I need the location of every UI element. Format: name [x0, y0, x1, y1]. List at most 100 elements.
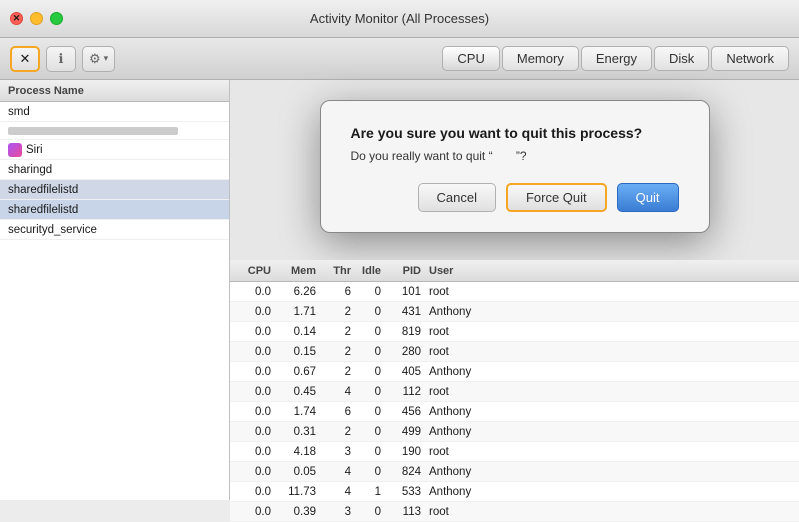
- title-bar: ✕ Activity Monitor (All Processes): [0, 0, 799, 38]
- minimize-button[interactable]: [30, 12, 43, 25]
- pid-cell: 190: [385, 446, 425, 458]
- list-item[interactable]: sharingd: [0, 160, 229, 180]
- main-content: Process Name smd Siri sharingd sharedfil…: [0, 80, 799, 500]
- table-row[interactable]: 0.0 0.15 2 0 280 root: [230, 342, 799, 362]
- dialog-area: Are you sure you want to quit this proce…: [230, 80, 799, 500]
- tab-bar: CPU Memory Energy Disk Network: [442, 46, 789, 71]
- cpu-cell: 0.0: [230, 346, 275, 358]
- idle-cell: 0: [355, 386, 385, 398]
- cpu-cell: 0.0: [230, 446, 275, 458]
- table-row[interactable]: 0.0 0.67 2 0 405 Anthony: [230, 362, 799, 382]
- dialog-buttons: Cancel Force Quit Quit: [351, 183, 679, 212]
- idle-cell: 0: [355, 466, 385, 478]
- cancel-button[interactable]: Cancel: [418, 183, 496, 212]
- table-row[interactable]: 0.0 0.31 2 0 499 Anthony: [230, 422, 799, 442]
- mem-cell: 0.05: [275, 466, 320, 478]
- gear-icon: ⚙: [89, 51, 101, 67]
- cpu-column-header: CPU: [230, 265, 275, 277]
- cpu-cell: 0.0: [230, 286, 275, 298]
- maximize-button[interactable]: [50, 12, 63, 25]
- list-item[interactable]: sharedfilelistd: [0, 180, 229, 200]
- table-row[interactable]: 0.0 0.45 4 0 112 root: [230, 382, 799, 402]
- idle-column-header: Idle: [355, 265, 385, 277]
- quit-process-button[interactable]: ✕: [10, 46, 40, 72]
- user-cell: root: [425, 446, 485, 458]
- table-row[interactable]: 0.0 0.14 2 0 819 root: [230, 322, 799, 342]
- dropdown-arrow-icon: ▾: [104, 53, 109, 64]
- pid-cell: 280: [385, 346, 425, 358]
- mem-cell: 0.15: [275, 346, 320, 358]
- pid-cell: 112: [385, 386, 425, 398]
- user-cell: Anthony: [425, 486, 485, 498]
- close-button[interactable]: ✕: [10, 12, 23, 25]
- pid-cell: 499: [385, 426, 425, 438]
- list-item[interactable]: sharedfilelistd: [0, 200, 229, 220]
- table-row[interactable]: 0.0 6.26 6 0 101 root: [230, 282, 799, 302]
- pid-cell: 819: [385, 326, 425, 338]
- cpu-cell: 0.0: [230, 326, 275, 338]
- cpu-cell: 0.0: [230, 406, 275, 418]
- thr-cell: 2: [320, 426, 355, 438]
- mem-cell: 4.18: [275, 446, 320, 458]
- thr-cell: 3: [320, 506, 355, 518]
- user-cell: Anthony: [425, 306, 485, 318]
- process-name-header: Process Name: [0, 80, 229, 102]
- user-cell: root: [425, 386, 485, 398]
- idle-cell: 0: [355, 366, 385, 378]
- table-row[interactable]: 0.0 0.39 3 0 113 root: [230, 502, 799, 522]
- tab-energy[interactable]: Energy: [581, 46, 652, 71]
- quit-process-icon: ✕: [20, 51, 31, 67]
- cpu-cell: 0.0: [230, 366, 275, 378]
- gear-button[interactable]: ⚙ ▾: [82, 46, 115, 72]
- thr-cell: 2: [320, 346, 355, 358]
- thr-cell: 6: [320, 286, 355, 298]
- user-cell: Anthony: [425, 466, 485, 478]
- thr-cell: 4: [320, 386, 355, 398]
- tab-memory[interactable]: Memory: [502, 46, 579, 71]
- idle-cell: 0: [355, 446, 385, 458]
- user-cell: root: [425, 286, 485, 298]
- idle-cell: 0: [355, 326, 385, 338]
- thr-cell: 2: [320, 306, 355, 318]
- tab-disk[interactable]: Disk: [654, 46, 709, 71]
- tab-cpu[interactable]: CPU: [442, 46, 499, 71]
- list-item-siri[interactable]: Siri: [0, 140, 229, 160]
- table-row[interactable]: 0.0 4.18 3 0 190 root: [230, 442, 799, 462]
- process-list: Process Name smd Siri sharingd sharedfil…: [0, 80, 230, 500]
- dialog-title: Are you sure you want to quit this proce…: [351, 125, 679, 141]
- table-row[interactable]: 0.0 1.71 2 0 431 Anthony: [230, 302, 799, 322]
- cpu-cell: 0.0: [230, 386, 275, 398]
- list-item[interactable]: [0, 122, 229, 140]
- user-cell: Anthony: [425, 406, 485, 418]
- process-table: CPU Mem Thr Idle PID User 0.0 6.26 6 0 1…: [230, 260, 799, 500]
- quit-button[interactable]: Quit: [617, 183, 679, 212]
- mem-cell: 0.14: [275, 326, 320, 338]
- thr-cell: 4: [320, 486, 355, 498]
- toolbar: ✕ ℹ ⚙ ▾ CPU Memory Energy Disk Network: [0, 38, 799, 80]
- pid-cell: 113: [385, 506, 425, 518]
- table-row[interactable]: 0.0 1.74 6 0 456 Anthony: [230, 402, 799, 422]
- pid-cell: 456: [385, 406, 425, 418]
- list-item[interactable]: smd: [0, 102, 229, 122]
- list-item[interactable]: securityd_service: [0, 220, 229, 240]
- info-button[interactable]: ℹ: [46, 46, 76, 72]
- pid-cell: 533: [385, 486, 425, 498]
- cpu-cell: 0.0: [230, 506, 275, 518]
- user-cell: Anthony: [425, 426, 485, 438]
- idle-cell: 0: [355, 406, 385, 418]
- user-cell: root: [425, 506, 485, 518]
- dialog-text: Do you really want to quit “ ”?: [351, 149, 679, 163]
- thr-cell: 4: [320, 466, 355, 478]
- idle-cell: 0: [355, 286, 385, 298]
- mem-column-header: Mem: [275, 265, 320, 277]
- tab-network[interactable]: Network: [711, 46, 789, 71]
- table-row[interactable]: 0.0 0.05 4 0 824 Anthony: [230, 462, 799, 482]
- force-quit-button[interactable]: Force Quit: [506, 183, 607, 212]
- thr-cell: 3: [320, 446, 355, 458]
- dialog-box: Are you sure you want to quit this proce…: [320, 100, 710, 233]
- mem-cell: 11.73: [275, 486, 320, 498]
- pid-cell: 101: [385, 286, 425, 298]
- table-row[interactable]: 0.0 11.73 4 1 533 Anthony: [230, 482, 799, 502]
- user-cell: root: [425, 326, 485, 338]
- idle-cell: 0: [355, 346, 385, 358]
